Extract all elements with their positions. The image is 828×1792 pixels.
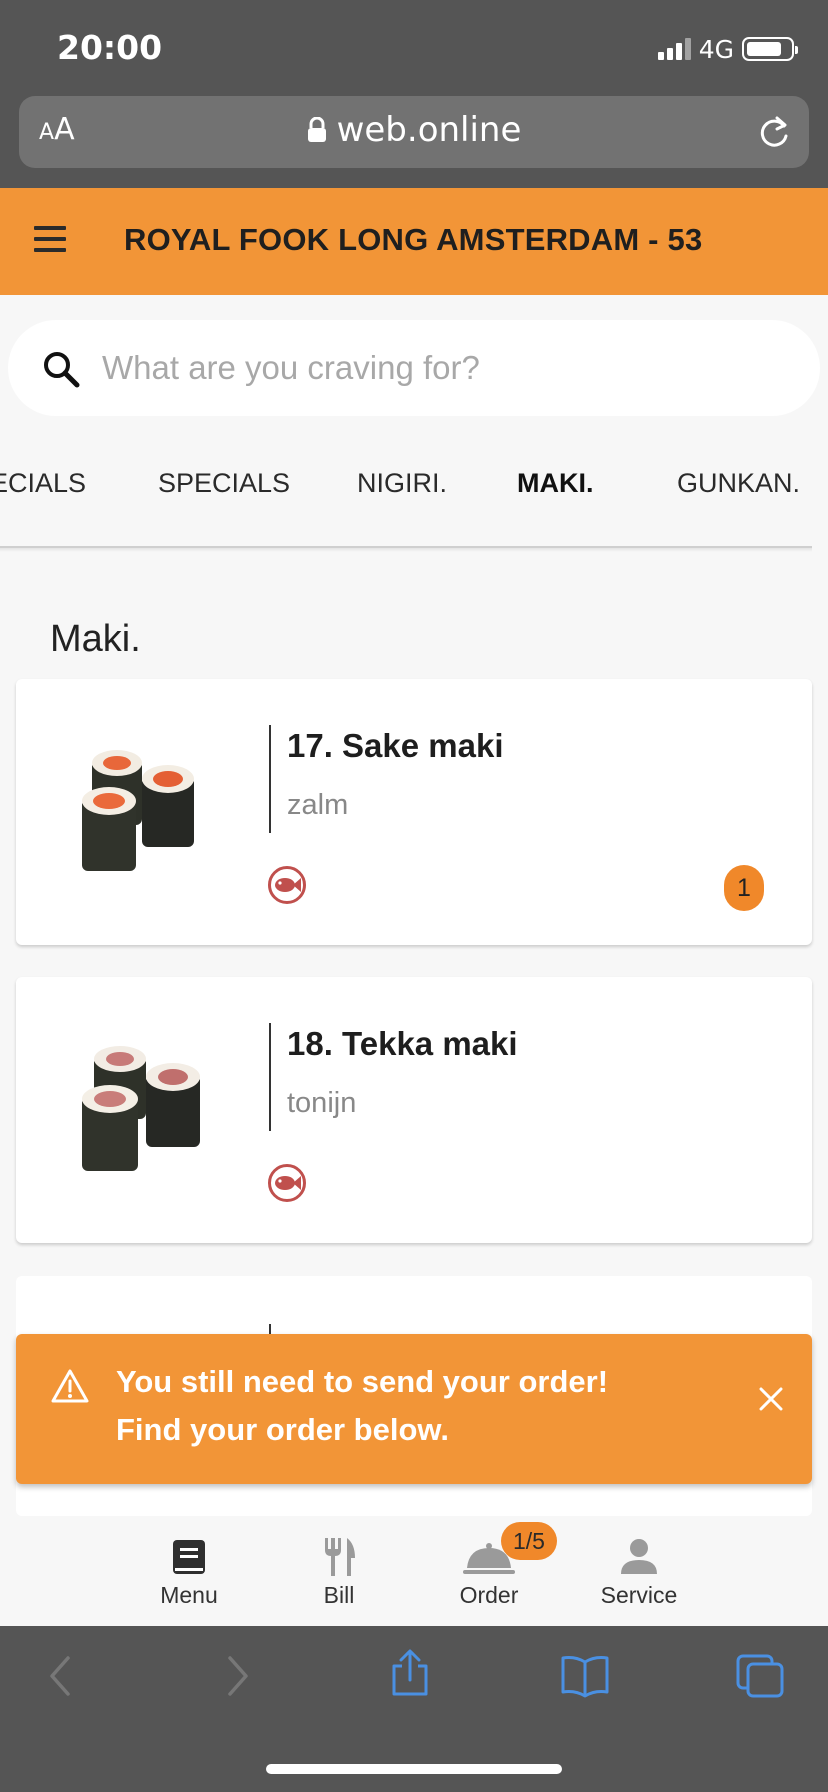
item-name: 17. Sake maki [287,727,504,764]
tab-gunkan[interactable]: GUNKAN. [677,468,800,499]
section-title: Maki. [50,618,141,660]
menu-item-card[interactable]: 18. Tekka maki tonijn [16,977,812,1243]
nav-menu-label: Menu [160,1582,218,1608]
order-reminder-toast: You still need to send your order! Find … [16,1334,812,1484]
order-count-badge: 1/5 [501,1522,557,1560]
search-box[interactable] [8,320,820,416]
quantity-badge: 1 [724,865,764,911]
tekka-maki-image [82,1046,200,1171]
status-time: 20:00 [57,28,163,67]
reload-icon[interactable] [757,114,791,150]
hamburger-menu-icon[interactable] [34,226,66,256]
tab-specials-partial[interactable]: ECIALS [0,468,86,499]
sake-maki-image [82,750,194,871]
tabs-icon[interactable] [734,1652,786,1700]
battery-icon [742,37,798,61]
fish-icon [268,1164,306,1202]
nav-service[interactable]: Service [569,1534,709,1609]
status-indicators: 4G [657,34,798,64]
warning-icon [51,1369,89,1403]
bookmarks-icon[interactable] [560,1654,610,1698]
close-icon[interactable] [758,1386,784,1412]
toast-message-line1: You still need to send your order! [116,1364,609,1399]
bottom-navigation: Menu Bill Order 1/5 Service [0,1516,828,1626]
nav-service-label: Service [600,1582,678,1608]
menu-item-card[interactable]: 17. Sake maki zalm 1 [16,679,812,945]
browser-toolbar [0,1626,828,1792]
url-text: web.online [336,110,522,150]
home-indicator [266,1764,562,1774]
url-bar[interactable]: AA web.online [19,96,809,168]
signal-icon [657,38,691,60]
browser-top-bar: 20:00 4G AA web.online [0,0,828,188]
nav-bill-label: Bill [323,1582,355,1608]
tab-nigiri[interactable]: NIGIRI. [357,468,447,499]
item-name: 18. Tekka maki [287,1025,518,1062]
share-icon[interactable] [388,1648,432,1698]
nav-bill[interactable]: Bill [269,1534,409,1609]
url-display[interactable]: web.online [19,110,809,150]
network-label: 4G [698,34,734,64]
person-icon [621,1539,657,1574]
tab-specials[interactable]: SPECIALS [158,468,290,499]
back-icon[interactable] [46,1654,76,1698]
fish-icon [268,866,306,904]
item-description: zalm [287,789,349,821]
item-description: tonijn [287,1087,357,1119]
forward-icon[interactable] [222,1654,252,1698]
nav-order-label: Order [459,1582,519,1608]
lock-icon [307,117,326,142]
category-tabs: ECIALS SPECIALS NIGIRI. MAKI. GUNKAN. [0,448,828,548]
search-icon [44,352,80,388]
cutlery-icon [325,1538,355,1576]
tab-maki[interactable]: MAKI. [517,468,594,499]
nav-menu[interactable]: Menu [119,1534,259,1609]
toast-message-line2: Find your order below. [116,1412,449,1447]
search-input[interactable] [100,342,780,394]
nav-order[interactable]: Order 1/5 [419,1522,559,1609]
book-icon [173,1540,205,1574]
restaurant-title: ROYAL FOOK LONG AMSTERDAM - 53 [124,222,703,257]
site-header: ROYAL FOOK LONG AMSTERDAM - 53 [0,188,828,295]
